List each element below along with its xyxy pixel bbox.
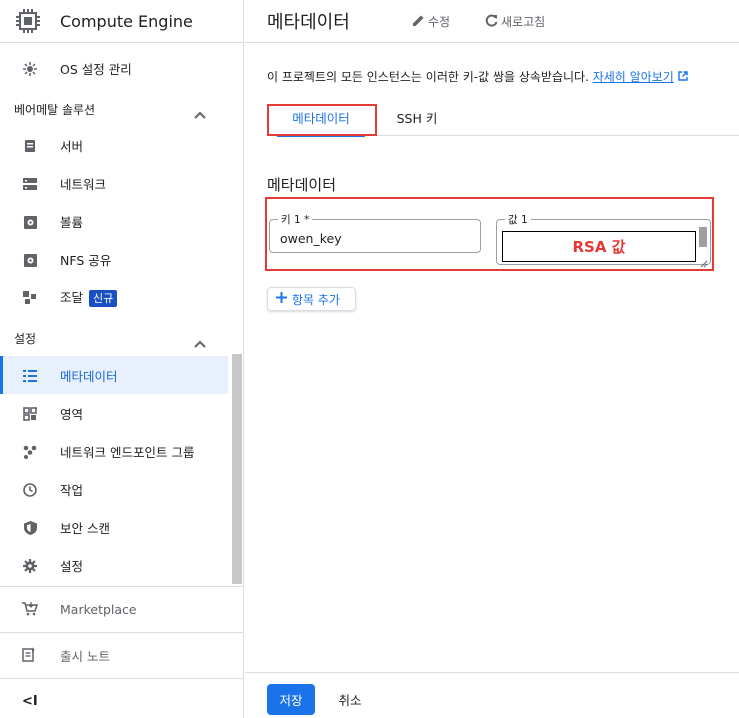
cart-icon [22,601,39,620]
sidebar-item-volume[interactable]: 볼륨 [0,202,228,240]
value-field-label: 값 1 [505,212,531,227]
form-footer [245,672,739,718]
add-item-button[interactable]: 항목 추가 [267,287,356,311]
sidebar-item-label: 네트워크 [60,176,107,192]
os-settings-icon [22,61,38,77]
pencil-icon [412,14,425,30]
chevron-up-icon [194,104,206,123]
sidebar-item-label: 보안 스캔 [60,520,110,536]
tab-label: 메타데이터 [292,110,350,126]
endpoint-group-icon [22,444,38,460]
shield-icon [22,520,38,536]
value-field-scrollbar[interactable] [699,227,707,247]
section-settings[interactable]: 설정 [0,320,228,356]
sidebar-item-network[interactable]: 네트워크 [0,164,228,202]
procurement-label: 조달 [60,290,84,305]
page-title: 메타데이터 [267,12,350,33]
tab-label: SSH 키 [396,110,438,126]
key-field-label: 키 1 * [278,212,313,227]
refresh-button[interactable]: 새로고침 [485,13,545,30]
sidebar-item-label: NFS 공유 [60,252,112,268]
sidebar-item-label: OS 설정 관리 [60,61,132,77]
sidebar: Compute Engine OS 설정 관리 베어메탈 솔루션 서버 네트워크… [0,0,244,718]
sidebar-item-endpoint-groups[interactable]: 네트워크 엔드포인트 그룹 [0,432,228,470]
key-field[interactable]: 키 1 * owen_key [269,212,481,253]
new-badge: 신규 [89,290,118,307]
tab-ssh-keys[interactable]: SSH 키 [379,98,455,136]
learn-more-label: 자세히 알아보기 [592,70,674,84]
sidebar-item-label: 조달 신규 [60,287,118,307]
sidebar-item-server[interactable]: 서버 [0,126,228,164]
description: 이 프로젝트의 모든 인스턴스는 이러한 키-값 쌍을 상속받습니다. 자세히 … [267,68,688,85]
edit-button[interactable]: 수정 [412,13,450,30]
sidebar-item-settings[interactable]: 설정 [0,546,228,584]
refresh-label: 새로고침 [501,15,546,29]
save-button[interactable]: 저장 [267,684,315,715]
section-label: 베어메탈 솔루션 [14,102,96,117]
server-icon [22,138,38,154]
sidebar-item-label: 메타데이터 [60,368,118,384]
gear-icon [22,558,38,574]
sidebar-scrollbar[interactable] [232,354,242,584]
sidebar-item-operations[interactable]: 작업 [0,470,228,508]
nfs-share-icon [22,252,38,268]
divider [0,678,243,679]
sidebar-item-label: 설정 [60,558,84,574]
key-field-value: owen_key [280,231,342,246]
chevron-up-icon [194,333,206,352]
volume-icon [22,214,38,230]
section-label: 설정 [14,331,37,346]
learn-more-link[interactable]: 자세히 알아보기 [593,70,674,84]
sidebar-item-label: 네트워크 엔드포인트 그룹 [60,444,195,460]
sidebar-item-metadata[interactable]: 메타데이터 [0,356,228,394]
sidebar-item-marketplace[interactable]: Marketplace [0,588,243,630]
metadata-list-icon [22,368,38,384]
cancel-button[interactable]: 취소 [330,684,370,715]
sidebar-item-zones[interactable]: 영역 [0,394,228,432]
description-text: 이 프로젝트의 모든 인스턴스는 이러한 키-값 쌍을 상속받습니다. [267,70,589,84]
sidebar-item-procurement[interactable]: 조달 신규 [0,278,228,316]
section-bare-metal[interactable]: 베어메탈 솔루션 [0,91,228,127]
sidebar-item-nfs-share[interactable]: NFS 공유 [0,240,228,278]
external-link-icon [677,70,688,84]
zones-icon [22,406,38,422]
sidebar-item-label: 출시 노트 [60,648,110,664]
sidebar-header: Compute Engine [0,0,243,43]
plus-icon [276,292,287,306]
tab-metadata[interactable]: 메타데이터 [267,98,375,137]
clock-icon [22,482,38,498]
sidebar-item-label: Marketplace [60,601,137,617]
tab-bar: 메타데이터 SSH 키 [267,98,739,137]
collapse-sidebar-button[interactable]: <I [22,694,38,709]
sidebar-item-os-settings[interactable]: OS 설정 관리 [0,49,228,87]
refresh-icon [485,14,498,30]
rsa-value-annotation: RSA 값 [502,231,696,262]
section-title: 메타데이터 [267,176,337,194]
resize-handle-icon[interactable] [699,253,708,272]
page-header: 메타데이터 수정 새로고침 [245,0,739,43]
network-icon [22,176,38,192]
sidebar-item-label: 서버 [60,138,84,154]
procurement-icon [22,290,38,306]
sidebar-item-release-notes[interactable]: 출시 노트 [0,634,243,676]
release-notes-icon [22,647,36,666]
divider [0,586,243,587]
edit-label: 수정 [428,15,451,29]
add-item-label: 항목 추가 [292,292,340,307]
sidebar-item-security-scan[interactable]: 보안 스캔 [0,508,228,546]
sidebar-item-label: 볼륨 [60,214,84,230]
sidebar-item-label: 작업 [60,482,84,498]
app-title: Compute Engine [60,11,193,31]
divider [0,632,243,633]
sidebar-item-label: 영역 [60,406,84,422]
compute-engine-chip-icon [14,7,42,35]
